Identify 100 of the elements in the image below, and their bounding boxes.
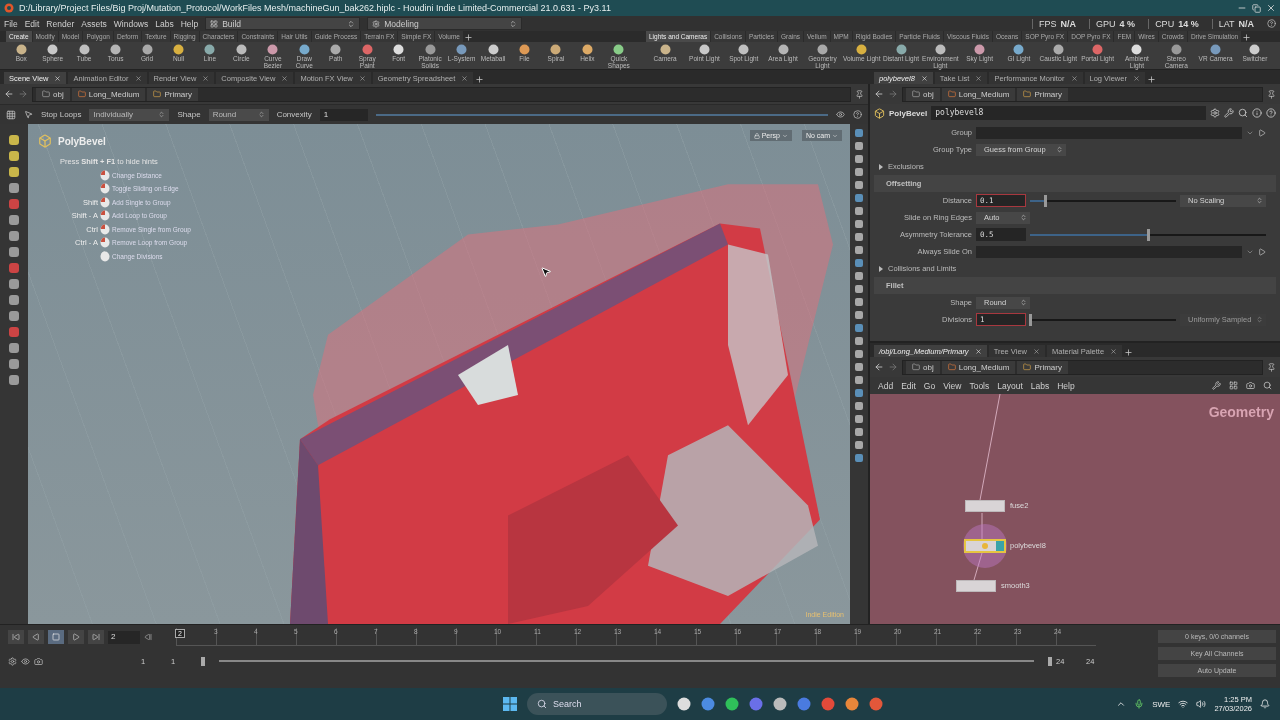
close-icon[interactable] xyxy=(1132,74,1140,82)
wrench-icon[interactable] xyxy=(1224,108,1234,118)
select-arrow-icon[interactable] xyxy=(1258,128,1266,137)
tool-icon[interactable] xyxy=(47,44,59,55)
path-crumb[interactable]: Primary xyxy=(147,87,198,101)
select-arrow-icon[interactable] xyxy=(1258,247,1266,256)
play-reverse-button[interactable] xyxy=(28,630,44,644)
path-crumb[interactable]: Primary xyxy=(1017,360,1068,374)
close-icon[interactable] xyxy=(975,74,983,82)
last-frame-button[interactable] xyxy=(88,630,104,644)
tool-icon[interactable] xyxy=(8,294,20,306)
tool-icon[interactable] xyxy=(78,44,90,55)
close-icon[interactable] xyxy=(461,74,469,82)
disclosure-triangle-icon[interactable] xyxy=(878,265,884,272)
path-crumb[interactable]: obj xyxy=(36,87,70,101)
path-bar[interactable]: obj Long_Medium Primary xyxy=(32,86,851,102)
add-tab-icon[interactable] xyxy=(1124,348,1134,357)
path-crumb[interactable]: Long_Medium xyxy=(71,87,146,101)
path-crumb[interactable]: obj xyxy=(906,87,940,101)
tool-icon[interactable] xyxy=(581,44,593,55)
search-icon[interactable] xyxy=(1263,381,1272,390)
tool-icon[interactable] xyxy=(550,44,562,55)
tool-icon[interactable] xyxy=(698,44,710,55)
node-name-field[interactable]: polybevel8 xyxy=(931,106,1206,120)
tool-icon[interactable] xyxy=(816,44,828,55)
back-arrow-icon[interactable] xyxy=(874,89,884,99)
step-icon[interactable] xyxy=(144,633,152,641)
tool-icon[interactable] xyxy=(456,44,468,55)
tool-icon[interactable] xyxy=(1013,44,1025,55)
menu-item[interactable]: Windows xyxy=(113,18,149,29)
menu-item[interactable]: Add xyxy=(878,380,894,391)
close-icon[interactable] xyxy=(1110,347,1118,355)
path-crumb[interactable]: obj xyxy=(906,360,940,374)
menu-item[interactable]: Layout xyxy=(997,380,1023,391)
tool-icon[interactable] xyxy=(777,44,789,55)
range-handle[interactable] xyxy=(1048,656,1052,666)
tool-icon[interactable] xyxy=(487,44,499,55)
menu-item[interactable]: Labs xyxy=(155,18,174,29)
help-icon[interactable] xyxy=(1266,108,1276,118)
tool-icon[interactable] xyxy=(173,44,184,55)
menu-item[interactable]: Edit xyxy=(901,380,916,391)
tool-icon[interactable] xyxy=(235,44,247,55)
tool-icon[interactable] xyxy=(1249,44,1261,55)
pointer-icon[interactable] xyxy=(24,110,33,119)
tool-icon[interactable] xyxy=(8,166,20,178)
app-icon[interactable] xyxy=(725,697,740,711)
slider-handle[interactable] xyxy=(1043,194,1047,207)
taskbar-search[interactable]: Search xyxy=(527,693,668,715)
tool-icon[interactable] xyxy=(518,44,530,55)
loop-mode-dropdown[interactable]: Individually xyxy=(89,108,170,121)
tool-icon[interactable] xyxy=(330,44,342,55)
search-icon[interactable] xyxy=(1238,108,1248,118)
tool-icon[interactable] xyxy=(393,44,405,55)
tool-icon[interactable] xyxy=(856,44,868,55)
close-icon[interactable] xyxy=(1070,74,1078,82)
close-icon[interactable] xyxy=(54,74,62,82)
network-node[interactable] xyxy=(965,500,1005,512)
tool-icon[interactable] xyxy=(8,150,20,162)
tool-icon[interactable] xyxy=(974,44,986,55)
tool-icon[interactable] xyxy=(8,374,20,386)
frame-field[interactable]: 2 xyxy=(108,630,140,644)
tool-icon[interactable] xyxy=(8,214,20,226)
back-arrow-icon[interactable] xyxy=(874,362,884,372)
close-icon[interactable] xyxy=(281,74,289,82)
bell-icon[interactable] xyxy=(1260,699,1270,709)
tool-icon[interactable] xyxy=(1170,44,1182,55)
eye-icon[interactable] xyxy=(21,656,30,666)
tool-icon[interactable] xyxy=(267,44,279,55)
close-icon[interactable] xyxy=(202,74,210,82)
play-button[interactable] xyxy=(68,630,84,644)
camera-icon[interactable] xyxy=(34,656,43,666)
convexity-field[interactable]: 1 xyxy=(319,108,368,121)
camera-icon[interactable] xyxy=(1246,381,1255,390)
range-handle[interactable] xyxy=(201,656,205,666)
close-icon[interactable] xyxy=(974,347,982,355)
grid-icon[interactable] xyxy=(1229,381,1238,390)
restore-icon[interactable] xyxy=(1252,3,1261,13)
path-bar[interactable]: obj Long_Medium Primary xyxy=(902,359,1263,375)
close-icon[interactable] xyxy=(1033,347,1040,355)
tool-icon[interactable] xyxy=(424,44,436,55)
menu-item[interactable]: File xyxy=(4,18,18,29)
close-icon[interactable] xyxy=(358,74,366,82)
grid-icon[interactable] xyxy=(6,109,16,120)
network-node[interactable] xyxy=(956,580,996,592)
tool-icon[interactable] xyxy=(8,310,20,322)
app-icon[interactable] xyxy=(677,697,692,711)
pin-icon[interactable] xyxy=(1267,89,1276,99)
language-indicator[interactable]: SWE xyxy=(1152,699,1171,709)
gear-icon[interactable] xyxy=(8,656,17,666)
desktop-dropdown[interactable]: Build xyxy=(205,17,361,30)
menu-item[interactable]: Go xyxy=(923,380,936,391)
tool-icon[interactable] xyxy=(8,134,20,146)
tool-icon[interactable] xyxy=(613,44,625,55)
network-node[interactable] xyxy=(965,540,1005,552)
help-icon[interactable] xyxy=(853,110,862,119)
speaker-icon[interactable] xyxy=(1196,699,1207,709)
tool-icon[interactable] xyxy=(8,246,20,258)
tool-icon[interactable] xyxy=(1052,44,1064,55)
add-tab-icon[interactable] xyxy=(1242,33,1252,42)
close-icon[interactable] xyxy=(920,74,928,82)
